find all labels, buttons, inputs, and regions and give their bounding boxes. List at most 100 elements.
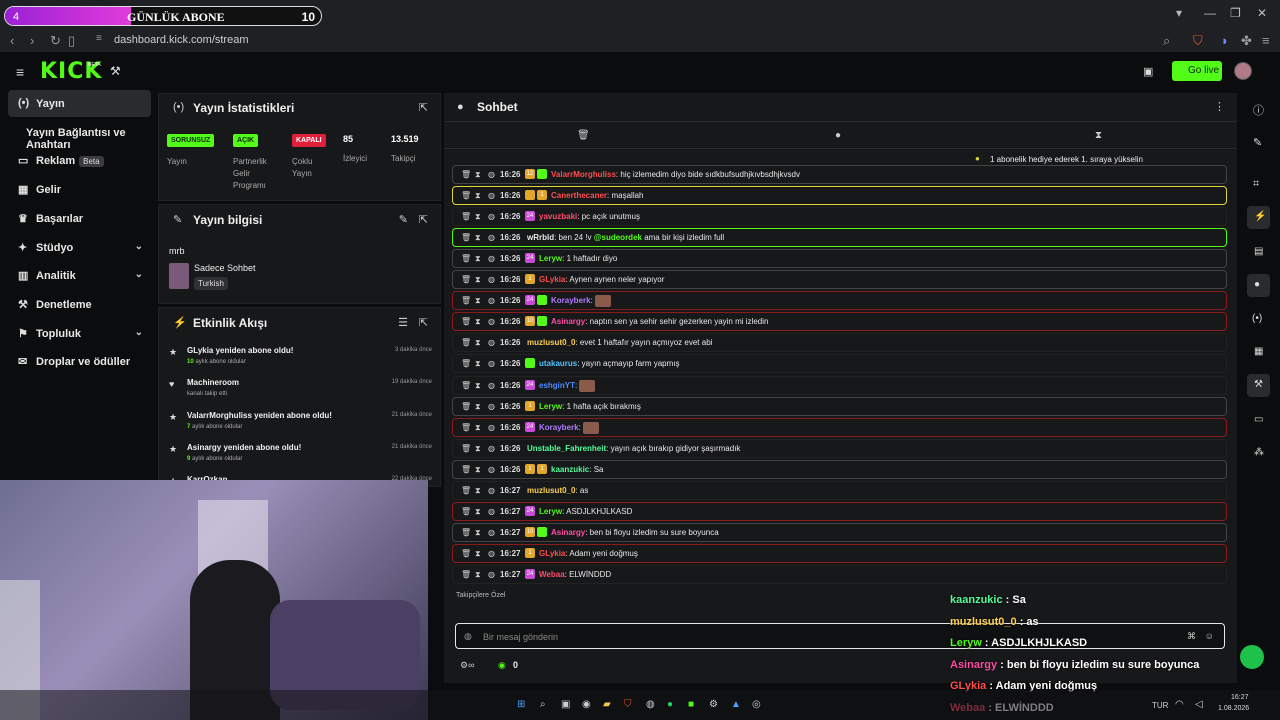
- shield-icon[interactable]: ◍: [488, 212, 495, 221]
- trash-icon[interactable]: 🗑: [461, 570, 471, 579]
- minimize-icon[interactable]: ▾: [1176, 6, 1182, 20]
- chat-message[interactable]: 🗑 ⧗ ◍ 16:26 utakaurus: yayın açmayıp farm ya…: [452, 354, 1227, 374]
- hourglass-icon[interactable]: ⧗: [475, 338, 481, 348]
- sidebar-item[interactable]: ✦ Stüdyo ⌄: [8, 234, 151, 261]
- trash-icon[interactable]: 🗑: [461, 170, 471, 179]
- trash-icon[interactable]: 🗑: [461, 423, 471, 432]
- trash-icon[interactable]: 🗑: [461, 254, 471, 263]
- chat-bubble-icon[interactable]: ●: [835, 130, 841, 141]
- pencil-icon[interactable]: ✎: [1253, 136, 1262, 149]
- username[interactable]: muzlusut0_0: [527, 338, 575, 347]
- hourglass-icon[interactable]: ⧗: [475, 359, 481, 369]
- hourglass-icon[interactable]: ⧗: [475, 317, 481, 327]
- shield-icon[interactable]: ◍: [488, 254, 495, 263]
- trash-icon[interactable]: 🗑: [461, 212, 471, 221]
- extensions-icon[interactable]: ✤: [1241, 33, 1252, 49]
- mention[interactable]: @sudeordek: [594, 233, 642, 242]
- popout-icon[interactable]: ⇱: [419, 101, 428, 114]
- spotify-icon[interactable]: ●: [667, 699, 673, 710]
- extension-icon[interactable]: ◗: [1221, 33, 1229, 48]
- trash-icon[interactable]: 🗑: [461, 317, 471, 326]
- discord-icon[interactable]: ◉: [582, 699, 591, 710]
- hourglass-icon[interactable]: ⧗: [475, 170, 481, 180]
- menu-icon[interactable]: ≡: [1262, 33, 1270, 48]
- chat-message[interactable]: 🗑 ⧗ ◍ 16:26 10 Asinargy: naptın sen ya sehir …: [452, 312, 1227, 332]
- chat-message[interactable]: 🗑 ⧗ ◍ 16:26 24 eshginYT:: [452, 375, 1227, 395]
- emoji-icon[interactable]: ☺: [1205, 631, 1214, 641]
- username[interactable]: GLykia: [539, 275, 565, 284]
- site-info-icon[interactable]: ≡: [96, 33, 102, 44]
- chat-message[interactable]: 🗑 ⧗ ◍ 16:27 24 Leryw: ASDJLKHJLKASD: [452, 501, 1227, 521]
- settings-icon[interactable]: ⚙∞: [460, 660, 474, 671]
- chevron-down-icon[interactable]: ⌄: [135, 269, 143, 280]
- hourglass-icon[interactable]: ⧗: [475, 549, 481, 559]
- sidebar-item[interactable]: ⚑ Topluluk ⌄: [8, 320, 151, 347]
- avatar[interactable]: [1234, 62, 1252, 80]
- sidebar-item[interactable]: ▥ Analitik ⌄: [8, 262, 151, 289]
- app-icon[interactable]: ◍: [646, 699, 655, 710]
- sidebar-item[interactable]: (•) Yayın: [8, 90, 151, 117]
- hourglass-icon[interactable]: ⧗: [475, 233, 481, 243]
- trash-icon[interactable]: 🗑: [461, 549, 471, 558]
- shield-icon[interactable]: ◍: [488, 528, 495, 537]
- username[interactable]: ValarrMorghuliss: [551, 170, 616, 179]
- broadcast-icon[interactable]: (•): [1252, 313, 1262, 324]
- hourglass-icon[interactable]: ⧗: [475, 507, 481, 517]
- minimize-window-icon[interactable]: —: [1204, 6, 1216, 20]
- reload-icon[interactable]: ↻: [50, 33, 61, 49]
- brave-shield-icon[interactable]: ⛉: [1193, 33, 1203, 49]
- shield-icon[interactable]: ◍: [488, 570, 495, 579]
- username[interactable]: Asinargy: [551, 528, 585, 537]
- shield-icon[interactable]: ◍: [488, 444, 495, 453]
- wifi-icon[interactable]: ◠: [1175, 699, 1184, 710]
- language-indicator[interactable]: TUR: [1152, 701, 1168, 710]
- command-icon[interactable]: ⌘: [1187, 631, 1196, 642]
- info-icon[interactable]: ⓘ: [1253, 102, 1264, 118]
- username[interactable]: Korayberk: [551, 296, 591, 305]
- hourglass-icon[interactable]: ⧗: [475, 212, 481, 222]
- chevron-down-icon[interactable]: ⌄: [135, 327, 143, 338]
- popout-icon[interactable]: ⇱: [419, 213, 428, 226]
- username[interactable]: Leryw: [539, 254, 562, 263]
- shield-icon[interactable]: ◍: [488, 507, 495, 516]
- sidebar-item[interactable]: ⚒ Denetleme: [8, 291, 151, 318]
- chat-input[interactable]: ◍ Bir mesaj gönderin ⌘ ☺: [455, 623, 1225, 649]
- username[interactable]: eshginYT: [539, 381, 575, 390]
- chat-message[interactable]: 🗑 ⧗ ◍ 16:26 Unstable_Fahrenheit: yayın açık …: [452, 438, 1227, 458]
- hourglass-icon[interactable]: ⧗: [475, 381, 481, 391]
- chat-message[interactable]: 🗑 ⧗ ◍ 16:26 24 Korayberk:: [452, 291, 1227, 311]
- hourglass-icon[interactable]: ⧗: [475, 528, 481, 538]
- username[interactable]: muzlusut0_0: [527, 486, 575, 495]
- trash-icon[interactable]: 🗑: [461, 507, 471, 516]
- shield-icon[interactable]: ◍: [488, 423, 495, 432]
- sidebar-item[interactable]: ✉ Droplar ve ödüller: [8, 348, 151, 375]
- url-text[interactable]: dashboard.kick.com/stream: [114, 34, 249, 46]
- username[interactable]: Leryw: [539, 402, 562, 411]
- close-icon[interactable]: ✕: [1257, 6, 1267, 20]
- hourglass-icon[interactable]: ⧗: [475, 296, 481, 306]
- clock-date[interactable]: 1.08.2026: [1218, 705, 1249, 712]
- hourglass-icon[interactable]: ⧗: [475, 486, 481, 496]
- hourglass-icon[interactable]: ⧗: [475, 254, 481, 264]
- shield-icon[interactable]: ◍: [488, 317, 495, 326]
- screen-icon[interactable]: ▣: [1143, 65, 1153, 78]
- shield-icon[interactable]: ◍: [488, 402, 495, 411]
- hourglass-icon[interactable]: ⧗: [475, 444, 481, 454]
- username[interactable]: wRrbld: [527, 233, 554, 242]
- username[interactable]: Canerthecaner: [551, 191, 607, 200]
- sidebar-item[interactable]: ▭ Reklam Beta: [8, 147, 151, 174]
- chat-message[interactable]: 🗑 ⧗ ◍ 16:26 1 Canerthecaner: maşallah: [452, 186, 1227, 206]
- taskview-icon[interactable]: ▣: [561, 699, 570, 710]
- username[interactable]: Unstable_Fahrenheit: [527, 444, 606, 453]
- go-live-button[interactable]: Go live: [1172, 61, 1222, 81]
- hourglass-icon[interactable]: ⧗: [475, 423, 481, 433]
- trash-icon[interactable]: 🗑: [461, 528, 471, 537]
- trash-icon[interactable]: 🗑: [461, 381, 471, 390]
- trash-icon[interactable]: 🗑: [461, 296, 471, 305]
- sidebar-item[interactable]: ▦ Gelir: [8, 176, 151, 203]
- shield-icon[interactable]: ◍: [488, 338, 495, 347]
- share-icon[interactable]: ⁂: [1254, 447, 1264, 458]
- search-icon[interactable]: ⌕: [540, 699, 546, 710]
- note-icon[interactable]: ▤: [1254, 246, 1263, 257]
- chat-message[interactable]: 🗑 ⧗ ◍ 16:26 1 GLykia: Aynen aynen neler yapıy…: [452, 270, 1227, 290]
